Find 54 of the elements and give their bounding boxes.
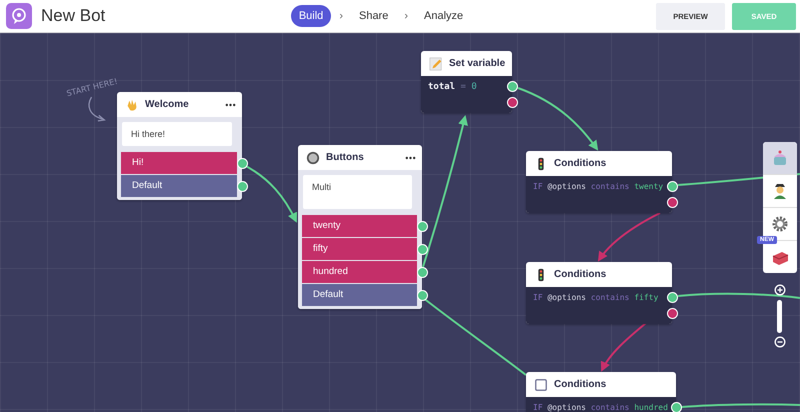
flow-node[interactable]: Welcome Hi there! Hi! Default: [117, 92, 242, 200]
node-title: Buttons: [326, 152, 365, 163]
port-icon[interactable]: [667, 292, 678, 303]
port-icon[interactable]: [667, 197, 678, 208]
step-tab[interactable]: Build: [290, 5, 332, 27]
pencil-icon: [429, 56, 443, 70]
zoom-in-button[interactable]: [774, 284, 786, 296]
code-line: total = 0: [428, 82, 477, 92]
logo-icon: [6, 3, 32, 29]
port-icon[interactable]: [507, 97, 518, 108]
node-title: Conditions: [554, 379, 608, 390]
reply-option[interactable]: fifty: [302, 238, 417, 260]
port-icon[interactable]: [507, 81, 518, 92]
step-separator: ›: [404, 10, 408, 22]
flow-node[interactable]: Conditions IF @options contains hundred: [526, 372, 676, 412]
flow-node[interactable]: Set variable total = 0: [421, 51, 512, 113]
zoom-slider[interactable]: [777, 300, 782, 333]
palette-tile[interactable]: [763, 142, 797, 175]
port-icon[interactable]: [417, 290, 428, 300]
node-title: Welcome: [145, 99, 190, 110]
circle-icon: [306, 150, 320, 164]
message-bubble: Hi there!: [122, 122, 232, 146]
code-line: IF @options contains fifty: [533, 293, 658, 302]
node-title: Conditions: [554, 269, 608, 280]
reply-option[interactable]: twenty: [302, 215, 417, 237]
message-bubble: Multi: [303, 175, 412, 209]
flow-node[interactable]: Conditions IF @options contains twenty: [526, 151, 672, 213]
connector-arrow: [598, 212, 660, 262]
more-icon[interactable]: [405, 156, 416, 160]
code-line: IF @options contains hundred: [533, 403, 668, 412]
reply-option[interactable]: Default: [121, 175, 237, 197]
checkbox-icon: [534, 378, 548, 392]
port-icon[interactable]: [667, 181, 678, 192]
node-title: Set variable: [449, 58, 506, 69]
flow-node[interactable]: Conditions IF @options contains fifty: [526, 262, 672, 324]
port-icon[interactable]: [671, 402, 682, 412]
step-tab[interactable]: Analyze: [416, 5, 472, 27]
start-hint: START HERE!: [66, 76, 118, 98]
more-icon[interactable]: [225, 102, 236, 106]
hint-arrow: [86, 95, 108, 123]
reply-option[interactable]: hundred: [302, 261, 417, 283]
port-icon[interactable]: [417, 220, 428, 232]
node-title: Conditions: [554, 158, 608, 169]
step-separator: ›: [339, 10, 343, 22]
zoom-out-button[interactable]: [774, 336, 786, 348]
flow-node[interactable]: Buttons Multi twenty fifty hundred Default: [298, 145, 422, 309]
step-tab[interactable]: Share: [350, 5, 396, 27]
reply-option[interactable]: Hi!: [121, 152, 237, 174]
connector-arrow: [601, 322, 647, 372]
code-line: IF @options contains twenty: [533, 182, 664, 191]
port-icon[interactable]: [237, 180, 248, 192]
gear-icon: [770, 214, 790, 234]
port-icon[interactable]: [667, 308, 678, 319]
bot-title: New Bot: [41, 6, 106, 26]
